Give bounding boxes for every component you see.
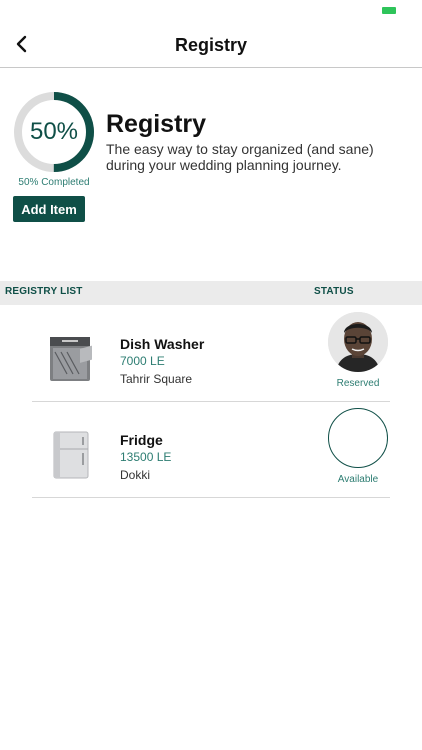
- progress-percent: 50%: [29, 118, 79, 145]
- registry-item-row[interactable]: Dish Washer 7000 LE Tahrir Square Reserv…: [32, 306, 390, 402]
- add-item-button[interactable]: Add Item: [13, 196, 85, 222]
- registry-item-row[interactable]: Fridge 13500 LE Dokki Available: [32, 402, 390, 498]
- registry-heading: Registry: [106, 110, 207, 138]
- item-name: Fridge: [120, 432, 163, 448]
- navigation-bar: Registry: [0, 22, 422, 68]
- battery-icon: [382, 7, 396, 14]
- item-status: Reserved: [336, 378, 380, 389]
- registry-list-label: REGISTRY LIST: [5, 286, 83, 297]
- dishwasher-icon: [50, 337, 92, 381]
- item-location: Dokki: [120, 468, 151, 482]
- item-price: 7000 LE: [120, 354, 165, 368]
- item-name: Dish Washer: [120, 336, 205, 352]
- status-bar: [0, 0, 422, 22]
- progress-completed-label: 50% Completed: [18, 177, 90, 188]
- item-price: 13500 LE: [120, 450, 172, 464]
- item-location: Tahrir Square: [120, 372, 193, 386]
- page-title: Registry: [174, 35, 248, 55]
- fridge-icon: [53, 431, 89, 479]
- registry-description: The easy way to stay organized (and sane…: [106, 141, 374, 173]
- available-status-circle[interactable]: [328, 408, 388, 468]
- item-status: Available: [337, 474, 379, 485]
- registry-list-header: REGISTRY LIST STATUS: [0, 281, 422, 305]
- reserver-avatar[interactable]: [328, 312, 388, 372]
- status-column-label: STATUS: [314, 286, 354, 297]
